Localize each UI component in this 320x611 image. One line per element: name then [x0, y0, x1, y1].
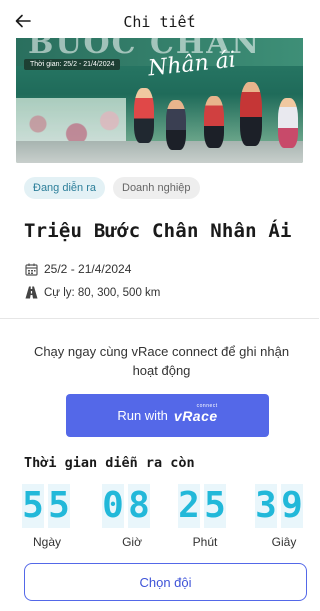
countdown-timer: 5 5 0 8 2 5 3 9 — [22, 484, 309, 528]
countdown-digit-hours-2: 8 — [128, 484, 150, 528]
category-badge: Doanh nghiệp — [113, 177, 200, 199]
countdown-digit-minutes-1: 2 — [178, 484, 200, 528]
countdown-digit-hours-1: 0 — [102, 484, 124, 528]
countdown-unit-minutes: Phút — [192, 535, 218, 549]
runner-figure — [278, 98, 298, 148]
event-title: Triệu Bước Chân Nhân Ái — [24, 220, 292, 242]
countdown-label: Thời gian diễn ra còn — [24, 455, 195, 471]
vrace-logo-sup: connect — [196, 402, 218, 409]
countdown-unit-days: Ngày — [32, 535, 61, 549]
back-button[interactable] — [10, 8, 36, 34]
event-distance-row: Cự ly: 80, 300, 500 km — [25, 286, 160, 299]
banner-date-pill: Thời gian: 25/2 - 21/4/2024 — [24, 59, 121, 70]
status-tags: Đang diễn ra Doanh nghiệp — [24, 177, 200, 199]
section-divider — [0, 318, 319, 319]
countdown-unit-seconds: Giây — [271, 535, 297, 549]
run-with-label: Run with — [117, 408, 168, 423]
event-date: 25/2 - 21/4/2024 — [44, 262, 132, 276]
event-banner: BƯỚC CHÂN Thời gian: 25/2 - 21/4/2024 Nh… — [16, 38, 303, 163]
road-icon — [25, 286, 38, 299]
runner-figure — [166, 100, 186, 150]
arrow-left-icon — [15, 14, 31, 28]
countdown-digit-days-2: 5 — [48, 484, 70, 528]
countdown-unit-hours: Giờ — [122, 535, 142, 549]
vrace-logo: connect vRace — [173, 403, 218, 424]
runner-figure — [134, 88, 154, 143]
countdown-digit-minutes-2: 5 — [204, 484, 226, 528]
event-date-row: 25/2 - 21/4/2024 — [25, 262, 131, 276]
event-distance: Cự ly: 80, 300, 500 km — [44, 286, 161, 299]
connect-description: Chạy ngay cùng vRace connect để ghi nhận… — [33, 344, 290, 378]
banner-road — [16, 141, 303, 163]
countdown-digit-days-1: 5 — [22, 484, 44, 528]
calendar-icon — [25, 263, 38, 276]
runner-figure — [240, 82, 262, 146]
status-badge-ongoing: Đang diễn ra — [24, 177, 105, 199]
runner-figure — [204, 96, 224, 148]
countdown-digit-seconds-1: 3 — [255, 484, 277, 528]
choose-team-button[interactable]: Chọn đội — [24, 563, 307, 601]
countdown-digit-seconds-2: 9 — [281, 484, 303, 528]
page-title: Chi tiết — [123, 13, 196, 31]
run-with-vrace-button[interactable]: Run with connect vRace — [66, 394, 269, 437]
vrace-logo-text: vRace — [173, 407, 218, 424]
